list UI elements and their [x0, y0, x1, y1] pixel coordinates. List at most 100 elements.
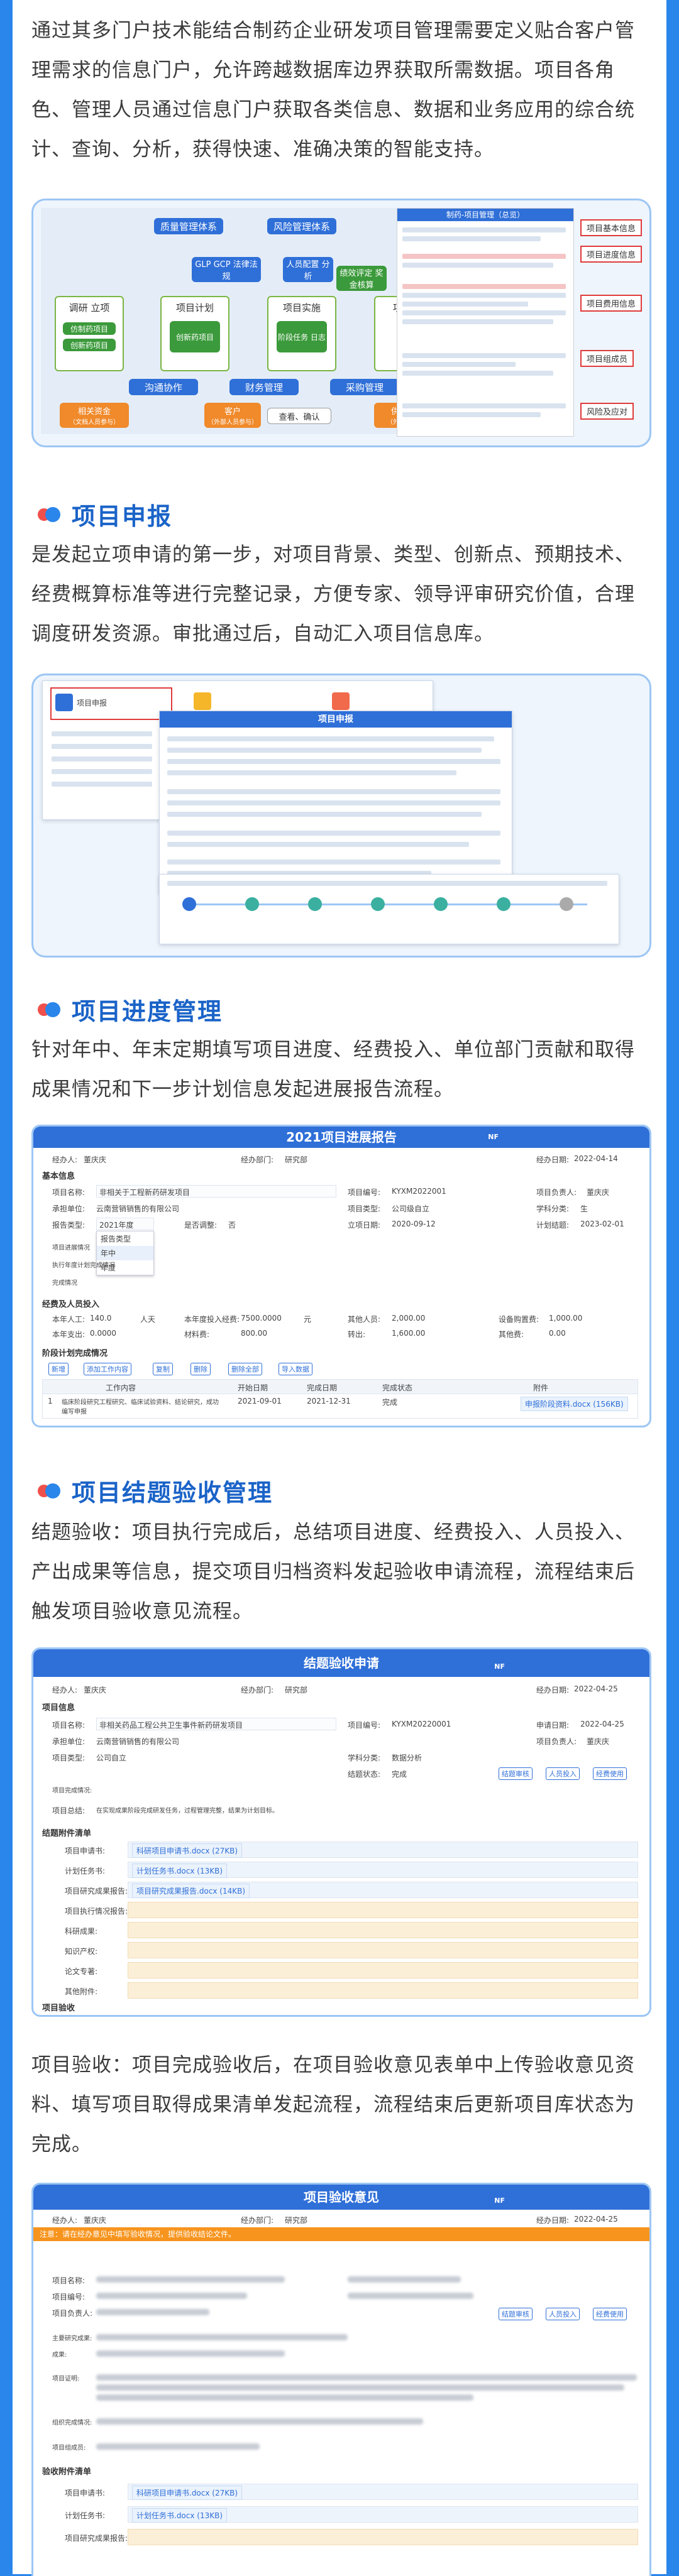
workflow-node: [434, 897, 448, 911]
form-row: [167, 748, 482, 753]
attachment-link[interactable]: 申报阶段资料.docx (156KB): [521, 1397, 628, 1411]
adjust-value[interactable]: 否: [228, 1220, 236, 1230]
form-row: [167, 800, 500, 805]
app-tile-icon[interactable]: [332, 692, 350, 710]
report-type-select[interactable]: 2021年度: [96, 1218, 154, 1230]
attachment-field[interactable]: [128, 2529, 638, 2545]
flow-implement-label: 项目实施: [282, 302, 321, 314]
dropdown-option[interactable]: 报告类型: [97, 1231, 153, 1246]
label-progress-info: 项目进度信息: [580, 246, 643, 263]
staff-input-button[interactable]: 人员投入: [546, 1767, 580, 1780]
attachment-field[interactable]: 计划任务书.docx (13KB): [128, 2506, 638, 2523]
attachment-field[interactable]: 科研项目申请书.docx (27KB): [128, 1842, 638, 1858]
section-text: 是发起立项申请的第一步，对项目背景、类型、创新点、预期技术、经费概算标准等进行完…: [31, 543, 635, 645]
delete-all-button[interactable]: 删除全部: [228, 1363, 262, 1375]
footer-heading: 项目验收: [42, 2004, 75, 2013]
attachment-field[interactable]: 项目研究成果报告.docx (14KB): [128, 1882, 638, 1898]
overview-panel-title: 制药-项目管理（总览）: [397, 209, 573, 221]
form-row: [167, 736, 494, 741]
risk-box: 风险管理体系: [267, 218, 336, 234]
next-plan-heading: 阶段计划完成情况: [42, 1349, 108, 1358]
page: 通过其多门户技术能结合制药企业研发项目管理需要定义贴合客户管理需求的信息门户，允…: [13, 0, 666, 2576]
staff-box: 人员配置 分析: [283, 257, 333, 282]
column-header: 工作内容: [106, 1384, 136, 1392]
field-label: 设备购置费:: [499, 1315, 539, 1324]
project-name-input[interactable]: 非相关于工程新药研发项目: [96, 1185, 336, 1198]
acceptance-opinion-title-text: 项目验收意见: [304, 2190, 379, 2205]
attachment-row-label: 其他附件:: [65, 1987, 98, 1996]
attachment-link[interactable]: 计划任务书.docx (13KB): [132, 1864, 228, 1878]
acceptance-request-title-text: 结题验收申请: [304, 1656, 379, 1671]
attachment-link[interactable]: 科研项目申请书.docx (27KB): [132, 1843, 243, 1858]
attachment-row-label: 科研成果:: [65, 1927, 98, 1936]
attachment-field[interactable]: 科研项目申请书.docx (27KB): [128, 2484, 638, 2500]
field-label: 学科分类:: [536, 1204, 570, 1213]
blurred-value: [96, 2418, 423, 2425]
staff-input-button[interactable]: 人员投入: [546, 2308, 580, 2320]
field-label: 学科分类:: [348, 1754, 381, 1762]
flow-plan-label: 项目计划: [175, 302, 214, 314]
discipline-value: 数据分析: [392, 1754, 422, 1762]
field-label: 主要研究成果:: [52, 2335, 92, 2342]
project-name-input[interactable]: 非相关药品工程公共卫生事件新药研发项目: [96, 1718, 336, 1730]
attachment-field[interactable]: 计划任务书.docx (13KB): [128, 1862, 638, 1878]
add-button[interactable]: 新增: [48, 1363, 69, 1375]
dept-label: 经办部门:: [241, 2216, 274, 2225]
funding-label: 相关资金: [77, 407, 111, 417]
funds-usage-button[interactable]: 经费使用: [593, 2308, 627, 2320]
purchase-box: 采购管理: [330, 379, 399, 395]
funds-usage-button[interactable]: 经费使用: [593, 1767, 627, 1780]
cell: 完成: [382, 1398, 398, 1407]
field-label: 项目组成员:: [52, 2445, 86, 2452]
attachment-link[interactable]: 项目研究成果报告.docx (14KB): [132, 1884, 250, 1898]
list-row: [52, 756, 152, 761]
client-sub: （外部人员参与）: [207, 419, 258, 426]
dropdown-option[interactable]: 年中: [97, 1246, 153, 1260]
attachment-field[interactable]: [128, 1902, 638, 1918]
attachment-field[interactable]: [128, 1962, 638, 1978]
fund-value: 1,000.00: [549, 1314, 583, 1323]
fund-value: 7500.0000: [241, 1314, 282, 1323]
review-button[interactable]: 结题审核: [499, 2308, 533, 2320]
copy-button[interactable]: 复制: [153, 1363, 173, 1375]
review-button[interactable]: 结题审核: [499, 1767, 533, 1780]
field-label: 报告类型:: [52, 1221, 86, 1230]
attachment-field[interactable]: [128, 1942, 638, 1958]
attachment-row-label: 知识产权:: [65, 1947, 98, 1956]
attachment-row-label: 论文专著:: [65, 1967, 98, 1976]
owner-value: 董庆庆: [587, 1737, 610, 1746]
intro-paragraph: 通过其多门户技术能结合制药企业研发项目管理需要定义贴合客户管理需求的信息门户，允…: [31, 19, 635, 161]
declare-app-tile[interactable]: 项目申报: [50, 687, 172, 720]
attachment-row-label: 计划任务书:: [65, 1867, 106, 1875]
overview-panel: 制药-项目管理（总览）: [397, 208, 574, 437]
column-header: 完成日期: [307, 1384, 338, 1392]
discipline-value: 生: [580, 1204, 588, 1213]
no-label: NF: [494, 2197, 505, 2205]
field-label: 立项日期:: [348, 1221, 381, 1230]
handler-value: 董庆庆: [84, 1686, 107, 1695]
type-value: 公司自立: [96, 1754, 127, 1762]
field-label: 项目类型:: [348, 1204, 381, 1213]
declare-tile-label: 项目申报: [77, 699, 108, 707]
glp-box: GLP GCP 法律法规: [192, 257, 261, 282]
field-label: 项目名称:: [52, 1188, 86, 1197]
declare-screenshot: 项目申报 项目申报: [31, 674, 651, 958]
delete-button[interactable]: 删除: [190, 1363, 211, 1375]
import-button[interactable]: 导入数据: [279, 1363, 312, 1375]
attachment-field[interactable]: [128, 1922, 638, 1938]
list-row: [52, 769, 152, 774]
handler-value: 董庆庆: [84, 1155, 107, 1164]
attachment-link[interactable]: 科研项目申请书.docx (27KB): [132, 2486, 243, 2500]
type-value: 公司级自立: [392, 1204, 430, 1213]
attachment-field[interactable]: [128, 1982, 638, 1999]
fund-value: 2,000.00: [392, 1314, 426, 1323]
workflow-tabs: [167, 881, 607, 886]
dept-value: 研究部: [285, 1686, 308, 1695]
add-content-button[interactable]: 添加工作内容: [84, 1363, 131, 1375]
client-label: 客户: [224, 407, 241, 417]
list-row: [52, 744, 152, 749]
attachment-link[interactable]: 计划任务书.docx (13KB): [132, 2508, 228, 2523]
panel-row: [402, 353, 566, 358]
perf-box: 绩效评定 奖金核算: [336, 266, 387, 291]
app-tile-icon[interactable]: [194, 692, 211, 710]
